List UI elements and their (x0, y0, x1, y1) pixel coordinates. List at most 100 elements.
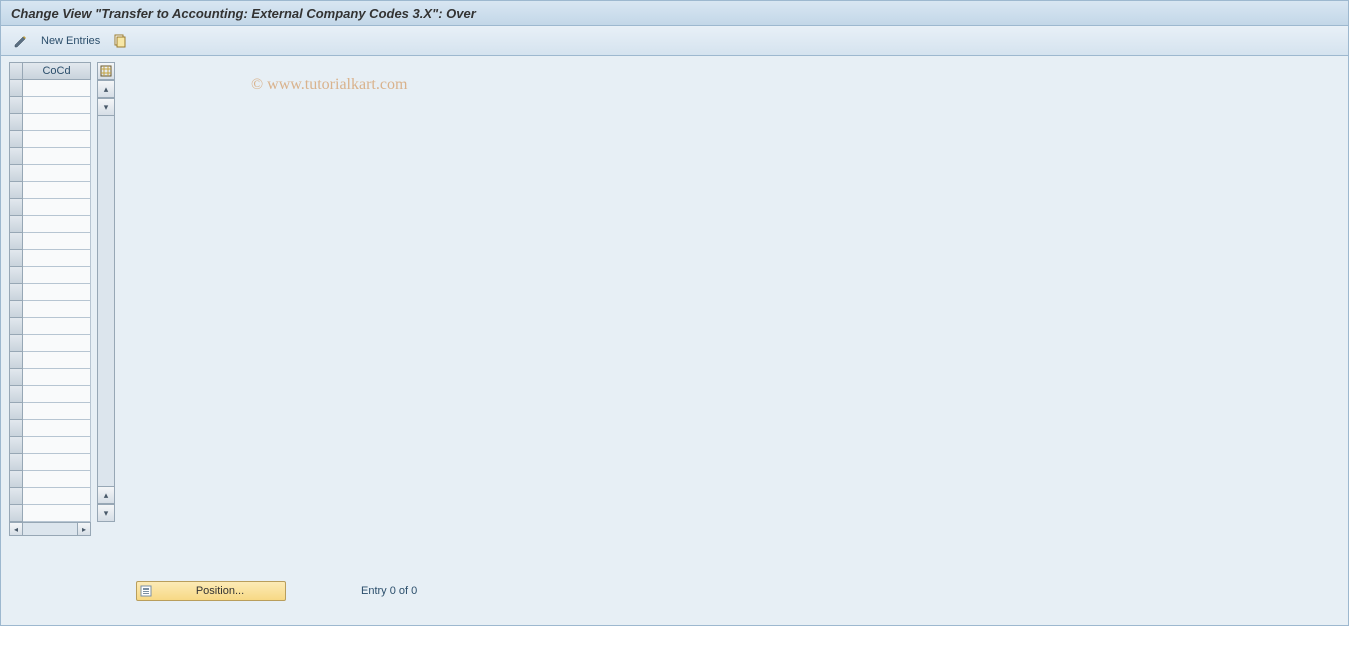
grid-cell[interactable] (23, 267, 91, 284)
watermark-text: © www.tutorialkart.com (251, 76, 407, 94)
grid-cell[interactable] (23, 505, 91, 522)
title-bar: Change View "Transfer to Accounting: Ext… (0, 0, 1349, 26)
grid-cell[interactable] (23, 301, 91, 318)
table-row (9, 114, 91, 131)
row-selector[interactable] (9, 182, 23, 199)
table-row (9, 403, 91, 420)
grid-cell[interactable] (23, 420, 91, 437)
row-selector[interactable] (9, 454, 23, 471)
table-row (9, 80, 91, 97)
row-selector[interactable] (9, 369, 23, 386)
footer-row: Position... Entry 0 of 0 (136, 581, 417, 601)
row-selector[interactable] (9, 233, 23, 250)
grid-cell[interactable] (23, 80, 91, 97)
row-selector[interactable] (9, 284, 23, 301)
table-row (9, 369, 91, 386)
table-row (9, 352, 91, 369)
grid-cell[interactable] (23, 233, 91, 250)
grid-cell[interactable] (23, 335, 91, 352)
grid-cell[interactable] (23, 250, 91, 267)
new-entries-button[interactable]: New Entries (37, 35, 104, 47)
vscroll-track[interactable] (97, 116, 115, 486)
row-selector[interactable] (9, 148, 23, 165)
scroll-left-button[interactable]: ◂ (9, 522, 23, 536)
row-selector[interactable] (9, 352, 23, 369)
row-selector[interactable] (9, 97, 23, 114)
select-all-corner[interactable] (9, 62, 23, 80)
table-row (9, 148, 91, 165)
table-row (9, 318, 91, 335)
position-icon (137, 582, 155, 600)
grid-cell[interactable] (23, 437, 91, 454)
grid-cell[interactable] (23, 131, 91, 148)
grid-cell[interactable] (23, 114, 91, 131)
table-row (9, 233, 91, 250)
entry-count-text: Entry 0 of 0 (361, 585, 417, 597)
grid-cell[interactable] (23, 199, 91, 216)
scroll-top-button[interactable]: ▴ (97, 80, 115, 98)
grid-cell[interactable] (23, 369, 91, 386)
scroll-right-button[interactable]: ▸ (77, 522, 91, 536)
row-selector[interactable] (9, 131, 23, 148)
copy-icon[interactable] (110, 31, 130, 51)
row-selector[interactable] (9, 488, 23, 505)
grid-cell[interactable] (23, 318, 91, 335)
table-row (9, 335, 91, 352)
row-selector[interactable] (9, 437, 23, 454)
table-row (9, 437, 91, 454)
grid-cell[interactable] (23, 148, 91, 165)
position-button[interactable]: Position... (136, 581, 286, 601)
table-row (9, 199, 91, 216)
table-settings-icon[interactable] (97, 62, 115, 80)
horizontal-scrollbar[interactable]: ◂ ▸ (9, 522, 91, 536)
row-selector[interactable] (9, 301, 23, 318)
hscroll-track[interactable] (23, 522, 77, 536)
table-row (9, 97, 91, 114)
row-selector[interactable] (9, 505, 23, 522)
row-selector[interactable] (9, 165, 23, 182)
scroll-up-button[interactable]: ▾ (97, 98, 115, 116)
grid-cell[interactable] (23, 284, 91, 301)
table-row (9, 284, 91, 301)
table-row (9, 471, 91, 488)
grid-header-row: CoCd (9, 62, 91, 80)
data-grid: CoCd (9, 62, 91, 522)
row-selector[interactable] (9, 420, 23, 437)
grid-cell[interactable] (23, 97, 91, 114)
grid-cell[interactable] (23, 165, 91, 182)
grid-cell[interactable] (23, 386, 91, 403)
position-label: Position... (155, 585, 285, 597)
table-row (9, 182, 91, 199)
row-selector[interactable] (9, 335, 23, 352)
table-row (9, 386, 91, 403)
grid-cell[interactable] (23, 352, 91, 369)
grid-cell[interactable] (23, 488, 91, 505)
row-selector[interactable] (9, 199, 23, 216)
scroll-down-button[interactable]: ▴ (97, 486, 115, 504)
grid-cell[interactable] (23, 403, 91, 420)
column-header-cocd[interactable]: CoCd (23, 62, 91, 80)
grid-cell[interactable] (23, 216, 91, 233)
table-row (9, 301, 91, 318)
grid-cell[interactable] (23, 471, 91, 488)
table-row (9, 131, 91, 148)
row-selector[interactable] (9, 250, 23, 267)
edit-icon[interactable] (11, 31, 31, 51)
table-row (9, 250, 91, 267)
toolbar: New Entries (0, 26, 1349, 56)
table-row (9, 505, 91, 522)
table-block: CoCd ◂ ▸ (9, 62, 117, 536)
row-selector[interactable] (9, 216, 23, 233)
grid-cell[interactable] (23, 454, 91, 471)
grid-cell[interactable] (23, 182, 91, 199)
row-selector[interactable] (9, 267, 23, 284)
scroll-bottom-button[interactable]: ▾ (97, 504, 115, 522)
grid-body (9, 80, 91, 522)
row-selector[interactable] (9, 386, 23, 403)
table-row (9, 454, 91, 471)
row-selector[interactable] (9, 403, 23, 420)
row-selector[interactable] (9, 318, 23, 335)
row-selector[interactable] (9, 471, 23, 488)
row-selector[interactable] (9, 80, 23, 97)
row-selector[interactable] (9, 114, 23, 131)
